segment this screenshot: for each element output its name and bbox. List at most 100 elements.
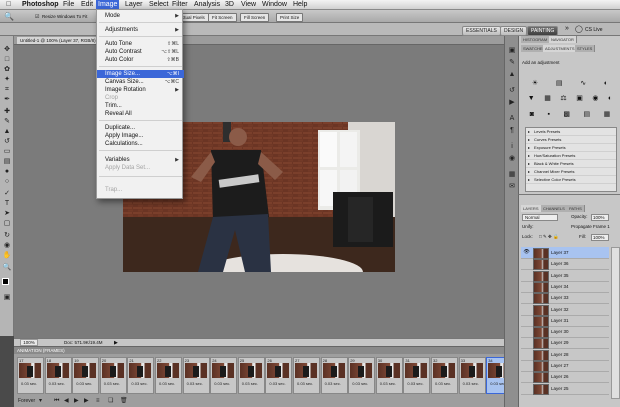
tab-histogram[interactable]: HISTOGRAM (521, 36, 551, 43)
animation-frame[interactable]: 31 0.03 sec. (403, 357, 431, 394)
animation-frame[interactable]: 20 0.03 sec. (99, 357, 127, 394)
move-tool-icon[interactable]: ✥ (2, 46, 12, 54)
menu-item-image-rotation[interactable]: Image Rotation ▶ (97, 86, 184, 94)
fit-screen-button[interactable]: Fit Screen (208, 13, 237, 22)
hand-tool-icon[interactable]: ✋ (2, 252, 12, 260)
menu-item-reveal-all[interactable]: Reveal All (97, 110, 184, 118)
animation-frame[interactable]: 22 0.03 sec. (155, 357, 182, 394)
hue-saturation-icon[interactable]: ▦ (544, 95, 551, 103)
visibility-toggle[interactable] (523, 373, 530, 380)
crop-tool-icon[interactable]: ⌗ (2, 86, 12, 94)
eye-icon[interactable]: 👁 (523, 249, 530, 256)
path-select-tool-icon[interactable]: ➤ (2, 210, 12, 218)
frame-delay[interactable]: 0.03 sec. (352, 381, 368, 386)
frame-delay[interactable]: 0.03 sec. (325, 381, 341, 386)
animation-frame[interactable]: 26 0.03 sec. (265, 357, 293, 394)
3d-camera-tool-icon[interactable]: ◉ (2, 242, 12, 250)
selective-color-icon[interactable]: ▦ (604, 111, 611, 119)
brush-tool-icon[interactable]: ✎ (2, 118, 12, 126)
menu-help[interactable]: Help (293, 1, 307, 9)
frame-delay[interactable]: 0.03 sec. (187, 381, 203, 386)
preset-channel-mixer[interactable]: Channel Mixer Presets (526, 168, 616, 176)
workspace-design[interactable]: DESIGN (500, 26, 528, 36)
menu-analysis[interactable]: Analysis (194, 1, 220, 9)
tween-icon[interactable]: ≡ (96, 395, 100, 407)
menu-item-calculations[interactable]: Calculations... (97, 140, 184, 148)
exposure-icon[interactable]: ◐ (604, 80, 608, 88)
first-frame-icon[interactable]: ⏮ (54, 395, 59, 407)
frame-delay[interactable]: 0.03 sec. (242, 381, 258, 386)
frame-delay[interactable]: 0.03 sec. (21, 381, 37, 386)
layers-scrollbar[interactable] (611, 247, 620, 399)
animation-frame[interactable]: 18 0.03 sec. (44, 357, 72, 394)
history-brush-tool-icon[interactable]: ↺ (2, 138, 12, 146)
vibrance-icon[interactable]: ▼ (528, 95, 535, 103)
layer-row[interactable]: Layer 30 (521, 326, 609, 339)
visibility-toggle[interactable] (523, 317, 530, 324)
layer-row[interactable]: Layer 25 (521, 383, 609, 395)
visibility-toggle[interactable] (523, 362, 530, 369)
invert-icon[interactable]: ◙ (530, 111, 534, 119)
frame-delay[interactable]: 0.03 sec. (214, 381, 230, 386)
preset-selective-color[interactable]: Selective Color Presets (526, 176, 616, 184)
paragraph-panel-icon[interactable]: ¶ (507, 126, 517, 135)
clone-stamp-tool-icon[interactable]: ▲ (2, 128, 12, 136)
layer-row[interactable]: Layer 33 (521, 292, 609, 305)
layer-row[interactable]: Layer 31 (521, 315, 609, 327)
visibility-toggle[interactable] (523, 339, 530, 346)
workspace-menu-icon[interactable]: » (565, 25, 569, 32)
frame-delay[interactable]: 0.03 sec. (76, 381, 92, 386)
menu-view[interactable]: View (241, 1, 256, 9)
fill-field[interactable]: 100% (591, 234, 609, 241)
menu-item-canvas-size[interactable]: Canvas Size... ⌥⌘C (97, 78, 184, 86)
workspace-painting[interactable]: PAINTING (527, 26, 559, 36)
foreground-color-swatch[interactable] (2, 278, 9, 285)
visibility-toggle[interactable] (523, 328, 530, 335)
menu-item-auto-tone[interactable]: Auto Tone ⇧⌘L (97, 40, 184, 48)
frame-delay[interactable]: 0.03 sec. (104, 381, 120, 386)
tab-layers[interactable]: LAYERS (521, 205, 542, 212)
delete-frame-icon[interactable]: 🗑 (120, 395, 128, 407)
channel-mixer-icon[interactable]: ◐ (608, 95, 612, 103)
info-panel-icon[interactable]: i (507, 142, 517, 151)
frame-delay[interactable]: 0.03 sec. (49, 381, 65, 386)
gradient-tool-icon[interactable]: ▤ (2, 158, 12, 166)
animation-frame[interactable]: 29 0.03 sec. (348, 357, 376, 394)
layer-row[interactable]: Layer 28 (521, 349, 609, 361)
menu-item-image-size[interactable]: Image Size... ⌥⌘I (97, 70, 184, 78)
marquee-tool-icon[interactable]: □ (2, 56, 12, 64)
color-panel-icon[interactable]: ▣ (507, 46, 517, 55)
threshold-icon[interactable]: ▩ (563, 111, 570, 119)
blur-tool-icon[interactable]: ● (2, 168, 12, 176)
layer-row[interactable]: Layer 32 (521, 304, 609, 316)
lock-icons[interactable]: □ ✎ ✥ 🔒 (539, 233, 559, 241)
layer-row[interactable]: Layer 36 (521, 258, 609, 271)
tab-adjustments[interactable]: ADJUSTMENTS (543, 45, 578, 52)
blend-mode-select[interactable]: Normal (522, 214, 558, 221)
menu-item-apply-image[interactable]: Apply Image... (97, 132, 184, 140)
menu-filter[interactable]: Filter (172, 1, 188, 9)
zoom-level-field[interactable]: 100% (20, 339, 38, 346)
preset-exposure[interactable]: Exposure Presets (526, 144, 616, 152)
tab-styles[interactable]: STYLES (575, 45, 596, 52)
quick-select-tool-icon[interactable]: ✦ (2, 76, 12, 84)
brush-panel-icon[interactable]: ✎ (507, 58, 517, 67)
animation-frame[interactable]: 28 0.03 sec. (320, 357, 348, 394)
menu-photoshop[interactable]: Photoshop (22, 1, 59, 9)
zoom-tool-sidebar-icon[interactable]: 🔍 (2, 264, 12, 272)
visibility-toggle[interactable] (523, 272, 530, 279)
animation-frame[interactable]: 33 0.03 sec. (458, 357, 486, 394)
tab-paths[interactable]: PATHS (567, 205, 585, 212)
frame-delay[interactable]: 0.03 sec. (463, 381, 479, 386)
loop-select[interactable]: Forever (18, 395, 35, 407)
frame-delay[interactable]: 0.03 sec. (131, 381, 147, 386)
animation-frame[interactable]: 19 0.03 sec. (72, 357, 100, 394)
photo-filter-icon[interactable]: ◉ (592, 95, 598, 103)
menu-window[interactable]: Window (262, 1, 287, 9)
visibility-toggle[interactable] (523, 306, 530, 313)
animation-frame[interactable]: 21 0.03 sec. (127, 357, 155, 394)
preset-black-white[interactable]: Black & White Presets (526, 160, 616, 168)
menu-item-auto-color[interactable]: Auto Color ⇧⌘B (97, 56, 184, 64)
visibility-toggle[interactable] (523, 260, 530, 267)
pen-tool-icon[interactable]: ✓ (2, 190, 12, 198)
